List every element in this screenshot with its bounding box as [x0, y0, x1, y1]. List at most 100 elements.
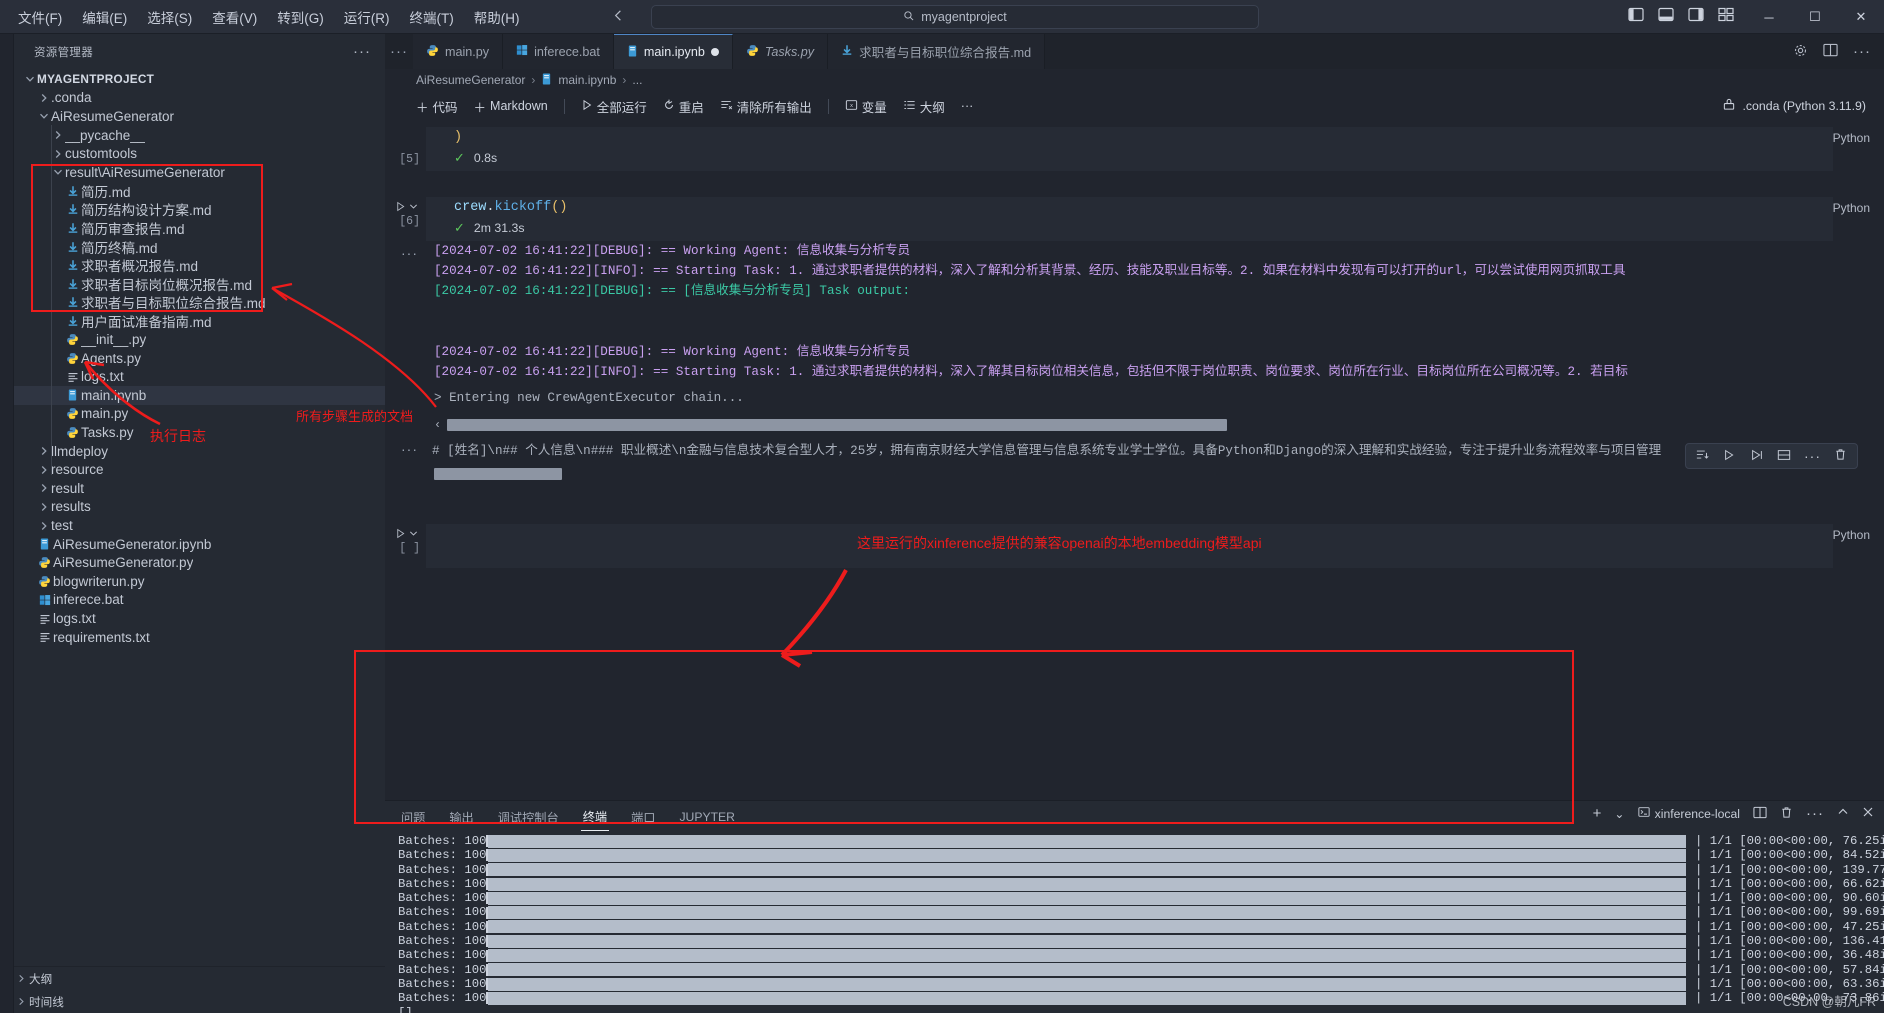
- add-markdown-cell-button[interactable]: ＋ Markdown: [468, 95, 554, 118]
- markdown-split-icon[interactable]: [1696, 449, 1710, 464]
- tree-folder[interactable]: .conda: [14, 89, 385, 108]
- delete-cell-icon[interactable]: [1834, 448, 1847, 464]
- restart-kernel-button[interactable]: 重启: [657, 95, 710, 118]
- run-cell-button[interactable]: [395, 201, 418, 212]
- editor-tab[interactable]: inferece.bat: [503, 34, 614, 69]
- unsaved-indicator[interactable]: [710, 48, 719, 56]
- editor-more-icon[interactable]: ···: [1853, 43, 1871, 60]
- panel-tab[interactable]: 调试控制台: [496, 803, 561, 831]
- terminal-dropdown-icon[interactable]: ⌄: [1614, 807, 1624, 821]
- menu-run[interactable]: 运行(R): [335, 4, 399, 30]
- menu-help[interactable]: 帮助(H): [465, 4, 529, 30]
- editor-tab[interactable]: Tasks.py: [732, 34, 829, 69]
- menu-terminal[interactable]: 终端(T): [401, 4, 463, 30]
- split-cell-icon[interactable]: [1777, 449, 1791, 464]
- run-all-button[interactable]: 全部运行: [575, 95, 653, 118]
- run-below-icon[interactable]: [1750, 449, 1764, 464]
- tree-file[interactable]: 求职者目标岗位概况报告.md: [14, 275, 385, 294]
- tree-folder[interactable]: AiResumeGenerator: [14, 107, 385, 126]
- active-terminal[interactable]: xinference-local: [1638, 806, 1740, 821]
- tree-folder[interactable]: __pycache__: [14, 126, 385, 145]
- split-editor-icon[interactable]: [1823, 43, 1838, 60]
- tree-folder[interactable]: customtools: [14, 144, 385, 163]
- tree-file[interactable]: 求职者与目标职位综合报告.md: [14, 293, 385, 312]
- tree-file[interactable]: 简历结构设计方案.md: [14, 200, 385, 219]
- kill-terminal-icon[interactable]: [1780, 806, 1793, 822]
- menu-edit[interactable]: 编辑(E): [73, 4, 136, 30]
- variables-button[interactable]: x 变量: [839, 95, 893, 118]
- tree-root[interactable]: MYAGENTPROJECT: [14, 70, 385, 89]
- tree-file[interactable]: 简历终稿.md: [14, 237, 385, 256]
- run-cell-button[interactable]: [395, 528, 418, 539]
- add-code-cell-button[interactable]: ＋ 代码: [410, 95, 464, 118]
- tree-file[interactable]: 简历.md: [14, 182, 385, 201]
- close-panel-icon[interactable]: [1862, 806, 1874, 821]
- customize-layout-icon[interactable]: [1718, 7, 1734, 25]
- tree-file[interactable]: main.ipynb: [14, 386, 385, 405]
- tree-folder[interactable]: test: [14, 516, 385, 535]
- toggle-panel-icon[interactable]: [1658, 7, 1674, 25]
- menu-file[interactable]: 文件(F): [9, 4, 71, 30]
- panel-tab[interactable]: 输出: [447, 803, 475, 831]
- tree-file[interactable]: blogwriterun.py: [14, 572, 385, 591]
- run-cell-icon[interactable]: [1723, 449, 1737, 464]
- cell-body[interactable]: ) ✓ 0.8s: [426, 127, 1833, 171]
- output-more-icon[interactable]: ···: [385, 241, 426, 382]
- tree-file[interactable]: inferece.bat: [14, 591, 385, 610]
- menu-select[interactable]: 选择(S): [138, 4, 201, 30]
- back-arrow-icon[interactable]: [611, 8, 626, 26]
- breadcrumb-item-file[interactable]: main.ipynb: [558, 73, 616, 87]
- toolbar-more-icon[interactable]: ···: [955, 97, 980, 115]
- editor-tab[interactable]: main.ipynb: [613, 34, 733, 69]
- output-more-icon[interactable]: ···: [385, 441, 426, 461]
- tree-file[interactable]: 用户面试准备指南.md: [14, 312, 385, 331]
- cell-body[interactable]: crew.kickoff() ✓ 2m 31.3s: [426, 197, 1833, 241]
- outline-button[interactable]: 大纲: [897, 95, 951, 118]
- notebook-canvas[interactable]: [5] ) ✓ 0.8s Python [6] crew.kickoff() ✓…: [385, 121, 1884, 800]
- menu-go[interactable]: 转到(G): [268, 4, 333, 30]
- minimize-button[interactable]: ─: [1746, 0, 1792, 34]
- tree-file[interactable]: requirements.txt: [14, 628, 385, 647]
- tree-file[interactable]: __init__.py: [14, 330, 385, 349]
- maximize-panel-icon[interactable]: [1837, 806, 1849, 821]
- breadcrumb-item-more[interactable]: ...: [632, 73, 642, 87]
- editor-tab[interactable]: 求职者与目标职位综合报告.md: [828, 34, 1046, 69]
- clear-all-outputs-button[interactable]: 清除所有输出: [714, 95, 818, 118]
- panel-tab[interactable]: 端口: [629, 803, 657, 831]
- panel-more-icon[interactable]: ···: [1806, 805, 1824, 822]
- explorer-more-icon[interactable]: ···: [353, 43, 371, 60]
- sidebar-section-outline[interactable]: 大纲: [14, 967, 385, 990]
- toggle-primary-sidebar-icon[interactable]: [1628, 7, 1644, 25]
- menu-view[interactable]: 查看(V): [203, 4, 266, 30]
- tree-folder[interactable]: result\AiResumeGenerator: [14, 163, 385, 182]
- split-terminal-icon[interactable]: [1753, 806, 1767, 822]
- kernel-selector[interactable]: .conda (Python 3.11.9): [1722, 98, 1866, 114]
- tree-folder[interactable]: resource: [14, 460, 385, 479]
- breadcrumb-item-folder[interactable]: AiResumeGenerator: [416, 73, 525, 87]
- cell-language[interactable]: Python: [1833, 528, 1884, 542]
- new-terminal-button[interactable]: +: [1593, 805, 1602, 822]
- cell-language[interactable]: Python: [1833, 131, 1884, 145]
- maximize-button[interactable]: ☐: [1792, 0, 1838, 34]
- close-button[interactable]: ✕: [1838, 0, 1884, 34]
- terminal-output[interactable]: Batches: 100% | 1/1 [00:00<00:00, 76.25it…: [385, 832, 1884, 1013]
- toggle-secondary-sidebar-icon[interactable]: [1688, 7, 1704, 25]
- tree-file[interactable]: AiResumeGenerator.ipynb: [14, 535, 385, 554]
- tree-file[interactable]: Agents.py: [14, 349, 385, 368]
- panel-tab[interactable]: 终端: [580, 802, 610, 831]
- cell-code[interactable]: crew.kickoff(): [426, 197, 1833, 218]
- tree-file[interactable]: logs.txt: [14, 609, 385, 628]
- tree-file[interactable]: 简历审查报告.md: [14, 219, 385, 238]
- tabs-overflow-icon[interactable]: ···: [385, 34, 413, 69]
- panel-tab[interactable]: JUPYTER: [677, 805, 737, 829]
- editor-tab[interactable]: main.py: [413, 34, 504, 69]
- cell-code[interactable]: ): [426, 127, 1833, 148]
- tree-file[interactable]: logs.txt: [14, 368, 385, 387]
- tree-folder[interactable]: result: [14, 479, 385, 498]
- tree-file[interactable]: AiResumeGenerator.py: [14, 553, 385, 572]
- tree-file[interactable]: 求职者概况报告.md: [14, 256, 385, 275]
- tree-folder[interactable]: results: [14, 498, 385, 517]
- command-search-bar[interactable]: myagentproject: [651, 5, 1259, 29]
- settings-gear-icon[interactable]: [1793, 43, 1808, 61]
- sidebar-section-timeline[interactable]: 时间线: [14, 990, 385, 1013]
